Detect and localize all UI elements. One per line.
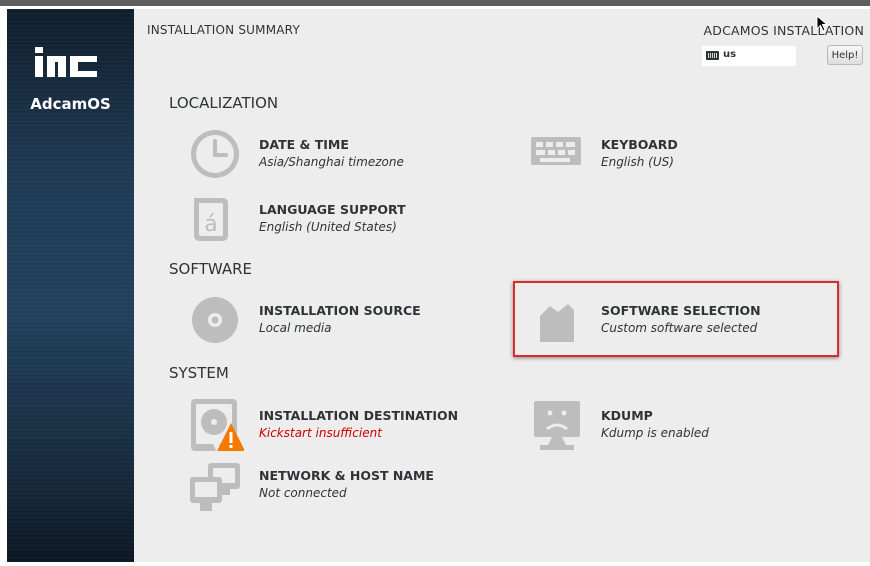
spoke-title: INSTALLATION DESTINATION	[259, 408, 459, 423]
spoke-status: Asia/Shanghai timezone	[259, 155, 404, 169]
spoke-title: LANGUAGE SUPPORT	[259, 202, 406, 217]
keyboard-small-icon	[706, 51, 719, 60]
product-title: ADCAMOS INSTALLATION	[703, 23, 864, 38]
svg-text:á: á	[204, 212, 217, 237]
spoke-network-host-name[interactable]: NETWORK & HOST NAME Not connected	[188, 457, 488, 513]
spoke-title: KEYBOARD	[601, 137, 678, 152]
spoke-kdump[interactable]: KDUMP Kdump is enabled	[530, 397, 830, 453]
brand-name: AdcamOS	[30, 95, 111, 113]
keyboard-layout-label: us	[723, 49, 737, 60]
spoke-keyboard[interactable]: KEYBOARD English (US)	[530, 126, 830, 182]
spoke-status: Kdump is enabled	[601, 426, 709, 440]
spoke-title: KDUMP	[601, 408, 653, 423]
spoke-status: Not connected	[259, 486, 347, 500]
keyboard-layout-indicator[interactable]: us	[702, 46, 796, 66]
spoke-title: NETWORK & HOST NAME	[259, 468, 434, 483]
spoke-status: Local media	[259, 321, 332, 335]
network-icon	[190, 463, 240, 511]
spoke-installation-destination[interactable]: INSTALLATION DESTINATION Kickstart insuf…	[188, 397, 488, 453]
spoke-date-time[interactable]: DATE & TIME Asia/Shanghai timezone	[188, 126, 488, 182]
help-button[interactable]: Help!	[827, 45, 863, 65]
selection-highlight-box	[513, 281, 839, 357]
spoke-status: English (United States)	[259, 220, 397, 234]
spoke-title: DATE & TIME	[259, 137, 349, 152]
spoke-installation-source[interactable]: INSTALLATION SOURCE Local media	[188, 292, 488, 348]
spoke-status: English (US)	[601, 155, 674, 169]
disc-icon	[192, 297, 238, 343]
sidebar: AdcamOS	[7, 9, 134, 562]
keyboard-icon	[531, 137, 581, 165]
spoke-title: INSTALLATION SOURCE	[259, 303, 421, 318]
inc-logo	[35, 47, 97, 77]
mouse-pointer-icon	[816, 15, 829, 32]
harddisk-warning-icon	[191, 399, 244, 453]
spoke-status-warning: Kickstart insufficient	[259, 426, 382, 440]
kdump-icon	[534, 401, 580, 450]
spoke-language-support[interactable]: á LANGUAGE SUPPORT English (United State…	[188, 191, 488, 247]
language-icon: á	[194, 198, 228, 241]
page-title: INSTALLATION SUMMARY	[147, 23, 300, 37]
installation-summary-hub: INSTALLATION SUMMARY ADCAMOS INSTALLATIO…	[134, 9, 870, 562]
window-top-border	[0, 0, 870, 6]
section-software: SOFTWARE	[169, 260, 253, 278]
section-localization: LOCALIZATION	[169, 94, 279, 112]
clock-icon	[191, 130, 239, 178]
section-system: SYSTEM	[169, 364, 229, 382]
